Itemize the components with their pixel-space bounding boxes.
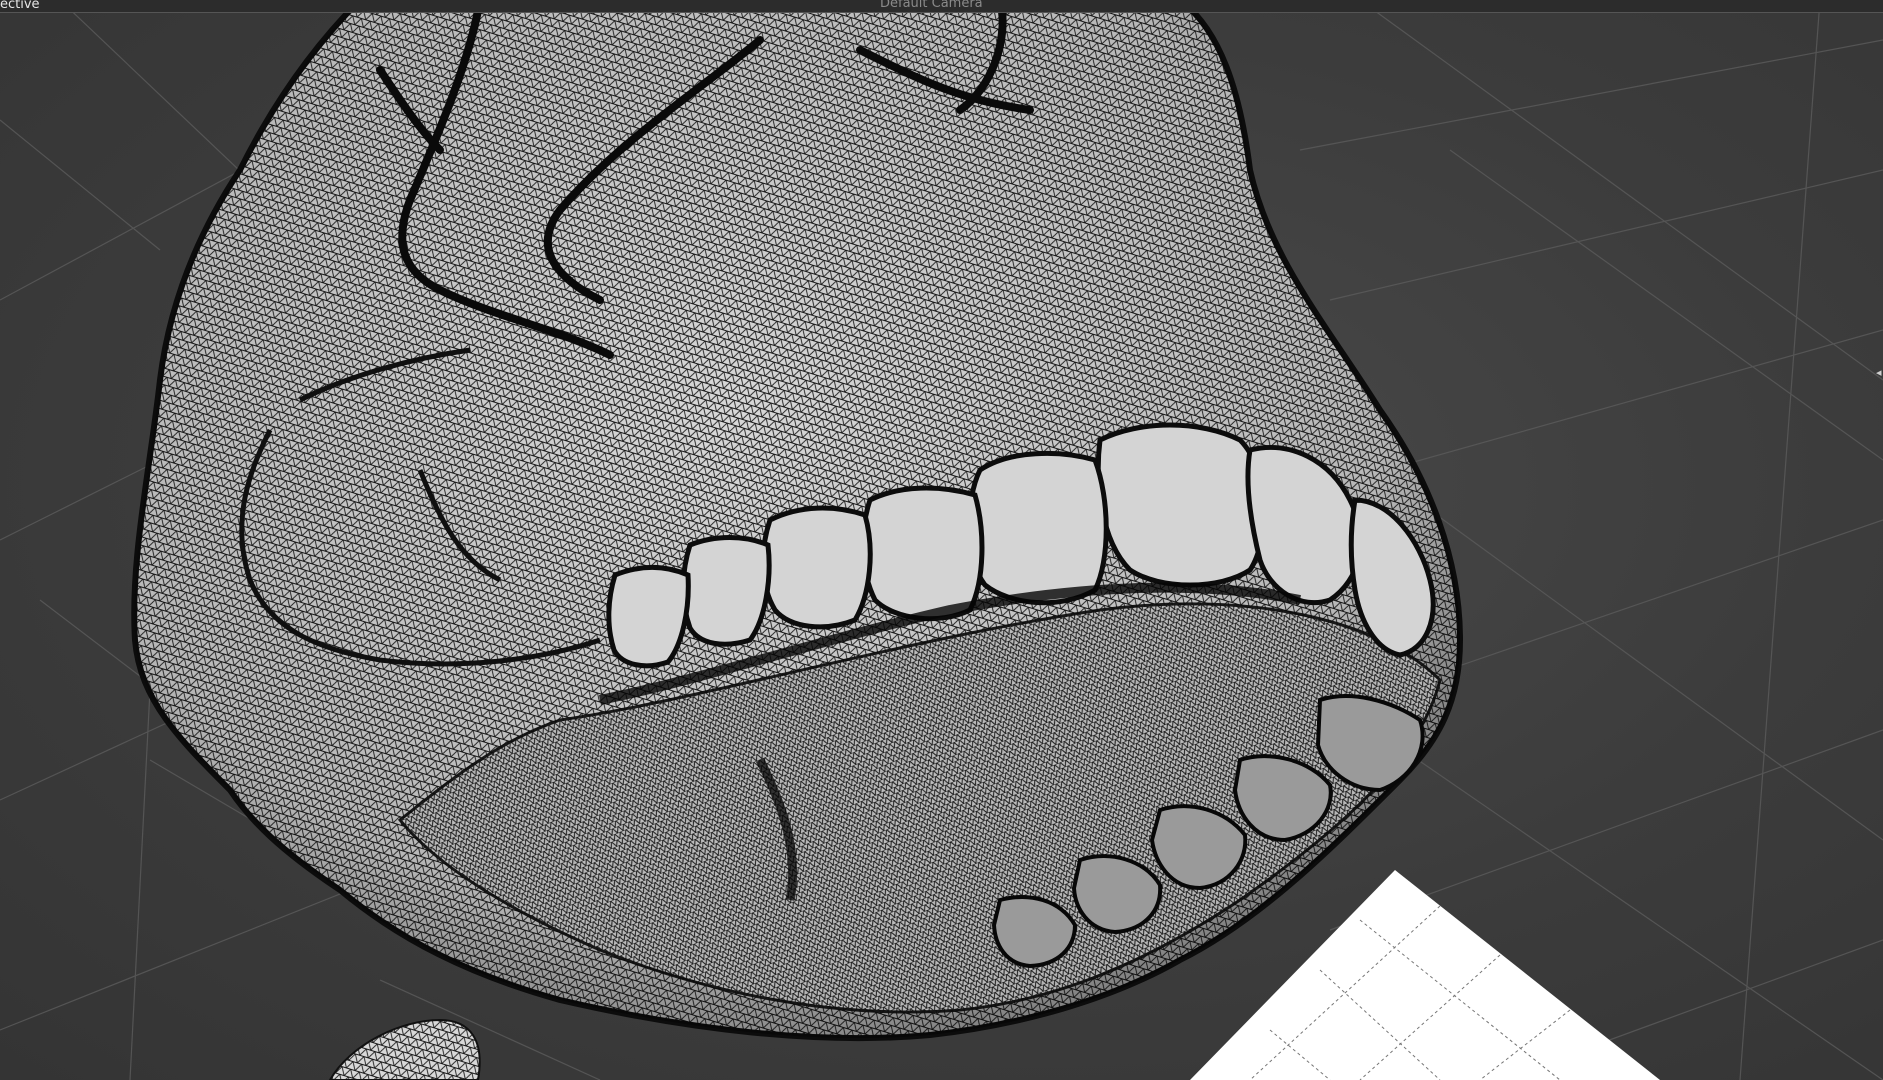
skull-mesh[interactable] [131, 0, 1464, 1042]
pan-handle-icon[interactable]: ◂ [1876, 366, 1882, 380]
camera-label[interactable]: Default Camera [880, 0, 983, 11]
scene-canvas[interactable] [0, 0, 1883, 1080]
view-mode-label[interactable]: ective [0, 0, 40, 12]
viewport-header: ective Default Camera [0, 0, 1883, 13]
secondary-mesh[interactable] [328, 1018, 481, 1080]
3d-viewport[interactable]: ective Default Camera ◂ [0, 0, 1883, 1080]
